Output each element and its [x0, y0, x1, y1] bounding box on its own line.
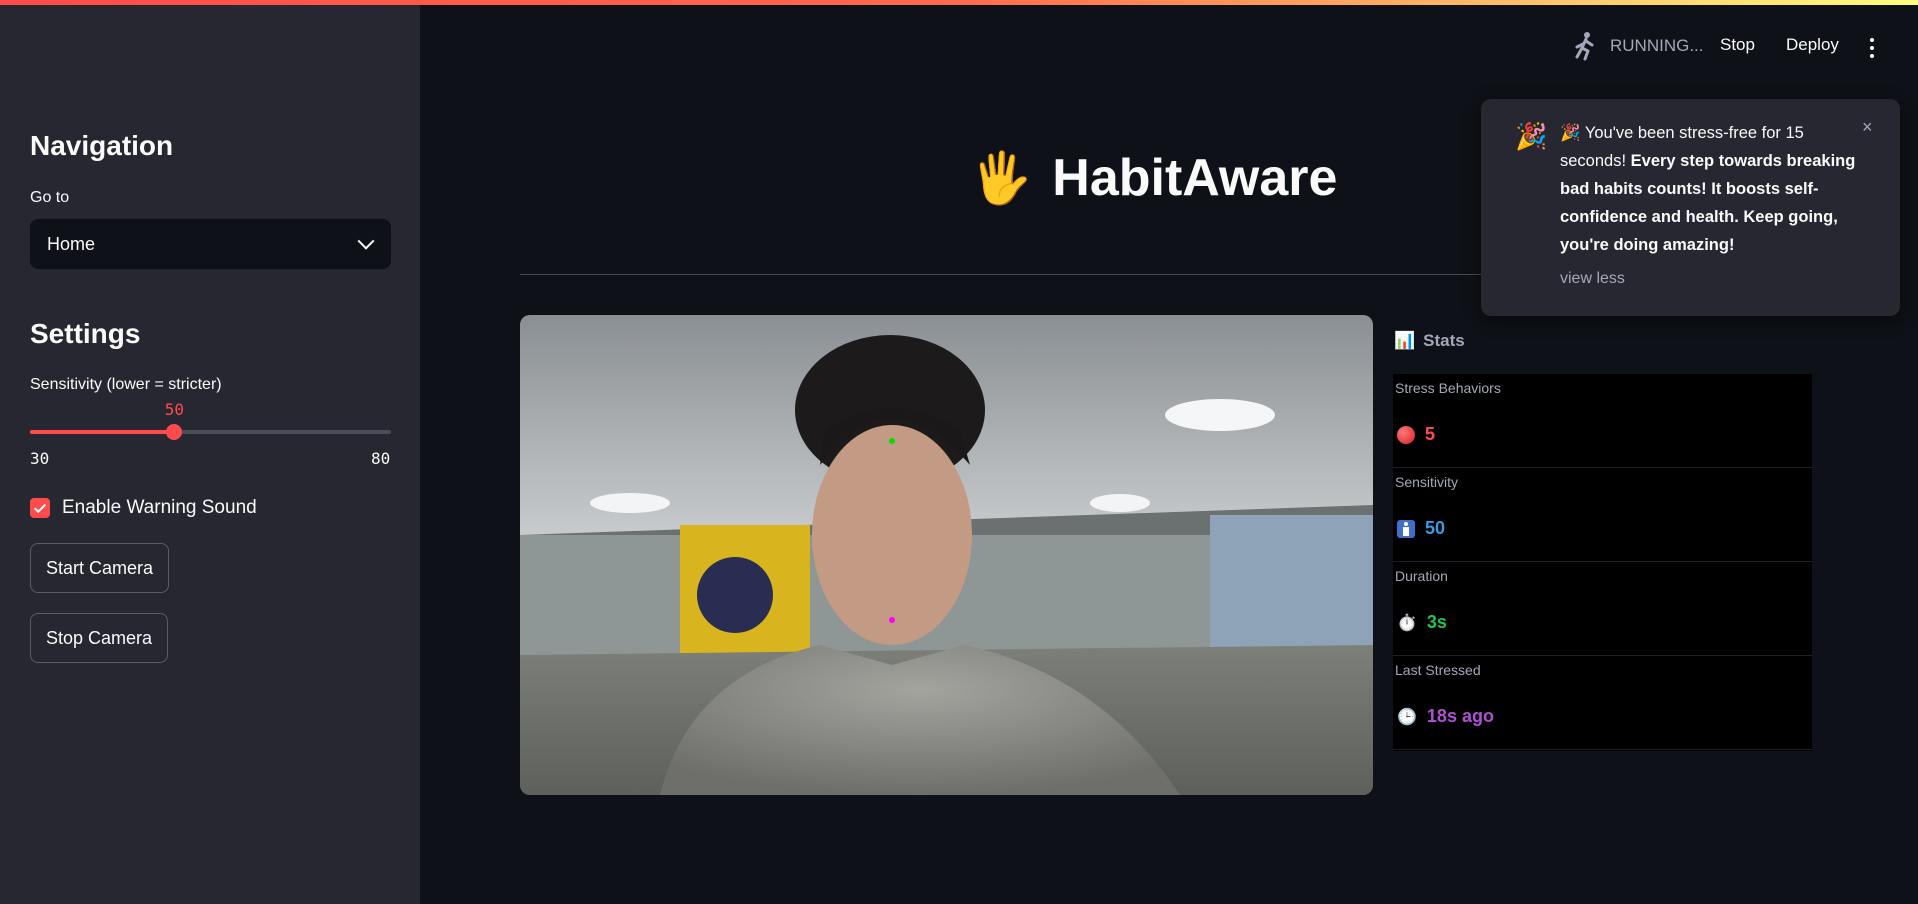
clock-icon: 🕒 [1397, 708, 1417, 726]
warning-sound-label: Enable Warning Sound [62, 497, 257, 518]
goto-select[interactable]: Home [30, 219, 391, 269]
toast-message: 🎉 You've been stress-free for 15 seconds… [1560, 119, 1860, 259]
stats-heading: 📊 Stats [1394, 331, 1465, 351]
stat-value: ⏱️ 3s [1397, 612, 1447, 633]
stat-value-text: 3s [1426, 612, 1447, 632]
sidebar: Navigation Go to Home Settings Sensitivi… [0, 0, 420, 904]
stat-label: Duration [1395, 568, 1448, 584]
red-circle-icon [1397, 425, 1415, 444]
stopwatch-icon: ⏱️ [1397, 614, 1417, 632]
stat-sensitivity: Sensitivity 50 [1393, 468, 1812, 562]
mens-room-icon [1397, 519, 1415, 538]
page-title-text: HabitAware [1052, 149, 1338, 207]
stat-value: 5 [1397, 424, 1435, 445]
sensitivity-slider[interactable] [30, 424, 391, 440]
stop-button[interactable]: Stop [1720, 35, 1755, 55]
stat-label: Last Stressed [1395, 662, 1481, 678]
sensitivity-slider-fill [30, 430, 175, 434]
toast-view-less-link[interactable]: view less [1560, 270, 1625, 288]
warning-sound-toggle[interactable]: Enable Warning Sound [30, 497, 257, 519]
settings-heading: Settings [30, 318, 141, 349]
stat-value-text: 50 [1425, 518, 1446, 538]
stat-last-stressed: Last Stressed 🕒 18s ago [1393, 656, 1812, 750]
stat-label: Stress Behaviors [1395, 380, 1501, 396]
chevron-down-icon [357, 232, 375, 250]
close-icon[interactable]: × [1862, 117, 1873, 138]
raised-hand-icon: 🖐 [970, 150, 1033, 206]
stat-label: Sensitivity [1395, 474, 1459, 490]
stop-camera-button[interactable]: Stop Camera [30, 613, 169, 663]
warning-sound-checkbox[interactable] [30, 498, 50, 518]
party-popper-icon: 🎉 [1515, 121, 1548, 151]
running-man-icon [1575, 32, 1594, 61]
deploy-button[interactable]: Deploy [1786, 35, 1839, 55]
start-camera-button[interactable]: Start Camera [30, 543, 170, 593]
navigation-heading: Navigation [30, 130, 174, 161]
title-divider [520, 274, 1482, 275]
check-icon [33, 500, 47, 513]
sensitivity-min: 30 [30, 449, 50, 468]
page-title: 🖐 HabitAware [970, 148, 1337, 208]
sensitivity-slider-value: 50 [164, 400, 185, 419]
camera-feed [520, 315, 1373, 795]
top-decoration-bar [0, 0, 1918, 5]
goto-label: Go to [30, 189, 70, 206]
running-status-text: RUNNING... [1610, 36, 1704, 55]
stat-stress-behaviors: Stress Behaviors 5 [1393, 374, 1812, 468]
main-menu-icon[interactable] [1870, 38, 1874, 58]
stat-value: 🕒 18s ago [1397, 706, 1494, 727]
stat-value: 50 [1397, 518, 1445, 539]
stats-heading-text: Stats [1423, 331, 1465, 350]
chart-icon: 📊 [1394, 331, 1416, 350]
sensitivity-label: Sensitivity (lower = stricter) [30, 376, 222, 393]
sensitivity-max: 80 [371, 449, 391, 468]
stat-value-text: 5 [1425, 424, 1436, 444]
stats-panel: Stress Behaviors 5 Sensitivity 50 Durati… [1393, 374, 1812, 751]
toast-emoji: 🎉 [1560, 124, 1581, 142]
stat-value-text: 18s ago [1426, 706, 1494, 726]
stat-duration: Duration ⏱️ 3s [1393, 562, 1812, 656]
toast-notification: 🎉 🎉 You've been stress-free for 15 secon… [1481, 99, 1900, 316]
camera-frame-image [520, 315, 1373, 795]
sensitivity-slider-thumb[interactable] [166, 424, 183, 440]
goto-selected-value: Home [47, 233, 96, 254]
running-status: RUNNING... [1572, 31, 1704, 61]
